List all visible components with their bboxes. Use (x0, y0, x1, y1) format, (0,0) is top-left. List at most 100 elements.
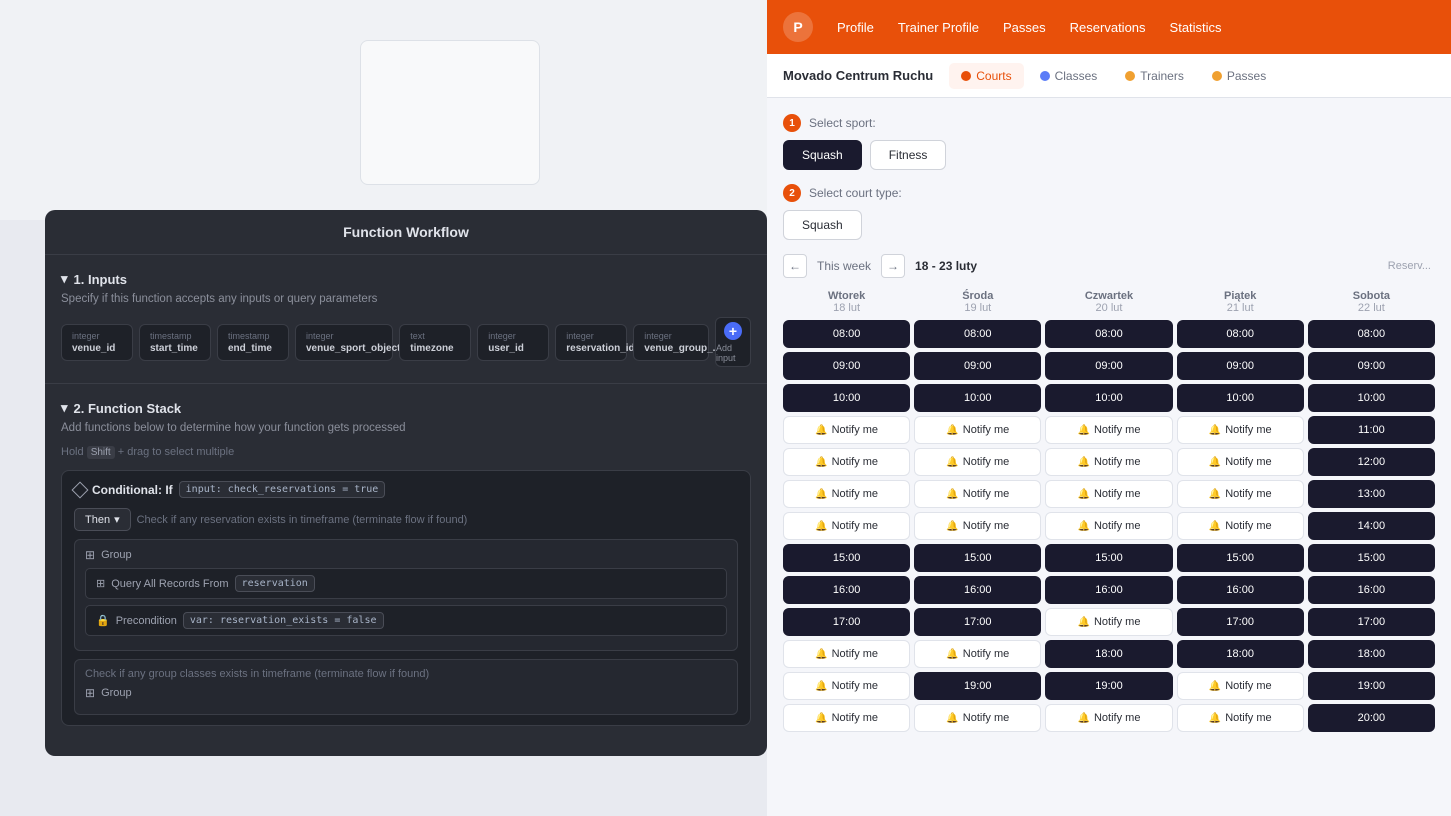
time-slot-4-12[interactable]: 20:00 (1308, 704, 1435, 732)
time-slot-1-5[interactable]: 🔔 Notify me (914, 480, 1041, 508)
then-button[interactable]: Then ▾ (74, 508, 131, 531)
time-slot-0-5[interactable]: 🔔 Notify me (783, 480, 910, 508)
time-slot-4-5[interactable]: 13:00 (1308, 480, 1435, 508)
input-end-time[interactable]: timestamp end_time (217, 324, 289, 361)
time-slot-4-4[interactable]: 12:00 (1308, 448, 1435, 476)
time-slot-4-8[interactable]: 16:00 (1308, 576, 1435, 604)
time-slot-2-4[interactable]: 🔔 Notify me (1045, 448, 1172, 476)
time-slot-2-3[interactable]: 🔔 Notify me (1045, 416, 1172, 444)
time-slot-2-2[interactable]: 10:00 (1045, 384, 1172, 412)
time-slot-3-12[interactable]: 🔔 Notify me (1177, 704, 1304, 732)
time-slot-1-7[interactable]: 15:00 (914, 544, 1041, 572)
time-slot-2-0[interactable]: 08:00 (1045, 320, 1172, 348)
then-row: Then ▾ Check if any reservation exists i… (74, 508, 738, 531)
time-slot-1-8[interactable]: 16:00 (914, 576, 1041, 604)
tab-trainers[interactable]: Trainers (1113, 63, 1196, 89)
input-user-id[interactable]: integer user_id (477, 324, 549, 361)
time-slot-3-6[interactable]: 🔔 Notify me (1177, 512, 1304, 540)
courts-dot (961, 71, 971, 81)
time-slot-3-0[interactable]: 08:00 (1177, 320, 1304, 348)
time-slot-2-11[interactable]: 19:00 (1045, 672, 1172, 700)
nav-statistics[interactable]: Statistics (1170, 20, 1222, 35)
time-slot-3-5[interactable]: 🔔 Notify me (1177, 480, 1304, 508)
time-slot-0-2[interactable]: 10:00 (783, 384, 910, 412)
workflow-container: Function Workflow ▾ 1. Inputs Specify if… (45, 210, 767, 756)
time-slot-3-4[interactable]: 🔔 Notify me (1177, 448, 1304, 476)
time-slot-3-2[interactable]: 10:00 (1177, 384, 1304, 412)
time-slot-1-3[interactable]: 🔔 Notify me (914, 416, 1041, 444)
time-slot-1-12[interactable]: 🔔 Notify me (914, 704, 1041, 732)
time-slot-1-6[interactable]: 🔔 Notify me (914, 512, 1041, 540)
main-content: 1 Select sport: Squash Fitness 2 Select … (767, 98, 1451, 816)
time-slot-3-9[interactable]: 17:00 (1177, 608, 1304, 636)
header-czwartek: Czwartek 20 lut (1045, 290, 1172, 314)
time-slot-0-11[interactable]: 🔔 Notify me (783, 672, 910, 700)
time-slot-4-9[interactable]: 17:00 (1308, 608, 1435, 636)
time-slot-2-12[interactable]: 🔔 Notify me (1045, 704, 1172, 732)
time-slot-1-0[interactable]: 08:00 (914, 320, 1041, 348)
time-slot-0-1[interactable]: 09:00 (783, 352, 910, 380)
next-week-arrow[interactable]: → (881, 254, 905, 278)
court-squash-btn[interactable]: Squash (783, 210, 862, 240)
nav-trainer-profile[interactable]: Trainer Profile (898, 20, 979, 35)
time-slot-3-10[interactable]: 18:00 (1177, 640, 1304, 668)
sport-fitness-btn[interactable]: Fitness (870, 140, 947, 170)
time-slot-0-7[interactable]: 15:00 (783, 544, 910, 572)
input-venue-sport-object[interactable]: integer venue_sport_object_id (295, 324, 393, 361)
time-slot-2-7[interactable]: 15:00 (1045, 544, 1172, 572)
time-slot-1-2[interactable]: 10:00 (914, 384, 1041, 412)
time-slot-0-9[interactable]: 17:00 (783, 608, 910, 636)
left-panel: Function Workflow ▾ 1. Inputs Specify if… (0, 0, 767, 816)
time-slot-0-8[interactable]: 16:00 (783, 576, 910, 604)
time-slot-2-1[interactable]: 09:00 (1045, 352, 1172, 380)
tab-classes[interactable]: Classes (1028, 63, 1110, 89)
input-reservation-id[interactable]: integer reservation_id (555, 324, 627, 361)
time-slot-0-12[interactable]: 🔔 Notify me (783, 704, 910, 732)
time-slot-1-11[interactable]: 19:00 (914, 672, 1041, 700)
prev-week-arrow[interactable]: ← (783, 254, 807, 278)
time-slot-1-4[interactable]: 🔔 Notify me (914, 448, 1041, 476)
input-venue-group[interactable]: integer venue_group_... (633, 324, 709, 361)
time-slot-4-2[interactable]: 10:00 (1308, 384, 1435, 412)
time-slot-0-3[interactable]: 🔔 Notify me (783, 416, 910, 444)
time-slot-0-6[interactable]: 🔔 Notify me (783, 512, 910, 540)
time-slot-4-7[interactable]: 15:00 (1308, 544, 1435, 572)
time-slot-4-6[interactable]: 14:00 (1308, 512, 1435, 540)
time-slot-3-11[interactable]: 🔔 Notify me (1177, 672, 1304, 700)
input-timezone[interactable]: text timezone (399, 324, 471, 361)
group-icon-1: ⊞ (85, 548, 95, 562)
step1-section: 1 Select sport: Squash Fitness (783, 114, 1435, 170)
time-slot-4-11[interactable]: 19:00 (1308, 672, 1435, 700)
time-slot-0-0[interactable]: 08:00 (783, 320, 910, 348)
sport-squash-btn[interactable]: Squash (783, 140, 862, 170)
input-venue-id[interactable]: integer venue_id (61, 324, 133, 361)
section2-title: ▾ 2. Function Stack (61, 400, 751, 416)
time-slot-2-6[interactable]: 🔔 Notify me (1045, 512, 1172, 540)
input-start-time[interactable]: timestamp start_time (139, 324, 211, 361)
then-description: Check if any reservation exists in timef… (137, 514, 468, 526)
time-slot-4-0[interactable]: 08:00 (1308, 320, 1435, 348)
sub-nav: Movado Centrum Ruchu Courts Classes Trai… (767, 54, 1451, 98)
time-slot-2-5[interactable]: 🔔 Notify me (1045, 480, 1172, 508)
time-slot-3-3[interactable]: 🔔 Notify me (1177, 416, 1304, 444)
time-slot-0-10[interactable]: 🔔 Notify me (783, 640, 910, 668)
time-slot-3-1[interactable]: 09:00 (1177, 352, 1304, 380)
time-slot-1-10[interactable]: 🔔 Notify me (914, 640, 1041, 668)
time-slot-2-8[interactable]: 16:00 (1045, 576, 1172, 604)
add-input-button[interactable]: + Add input (715, 317, 751, 367)
time-slot-4-3[interactable]: 11:00 (1308, 416, 1435, 444)
time-slot-4-1[interactable]: 09:00 (1308, 352, 1435, 380)
time-slot-2-10[interactable]: 18:00 (1045, 640, 1172, 668)
tab-passes[interactable]: Passes (1200, 63, 1278, 89)
nav-passes[interactable]: Passes (1003, 20, 1046, 35)
tab-courts[interactable]: Courts (949, 63, 1023, 89)
time-slot-4-10[interactable]: 18:00 (1308, 640, 1435, 668)
time-slot-3-8[interactable]: 16:00 (1177, 576, 1304, 604)
time-slot-1-1[interactable]: 09:00 (914, 352, 1041, 380)
time-slot-0-4[interactable]: 🔔 Notify me (783, 448, 910, 476)
time-slot-3-7[interactable]: 15:00 (1177, 544, 1304, 572)
time-slot-2-9[interactable]: 🔔 Notify me (1045, 608, 1172, 636)
nav-profile[interactable]: Profile (837, 20, 874, 35)
time-slot-1-9[interactable]: 17:00 (914, 608, 1041, 636)
nav-reservations[interactable]: Reservations (1070, 20, 1146, 35)
